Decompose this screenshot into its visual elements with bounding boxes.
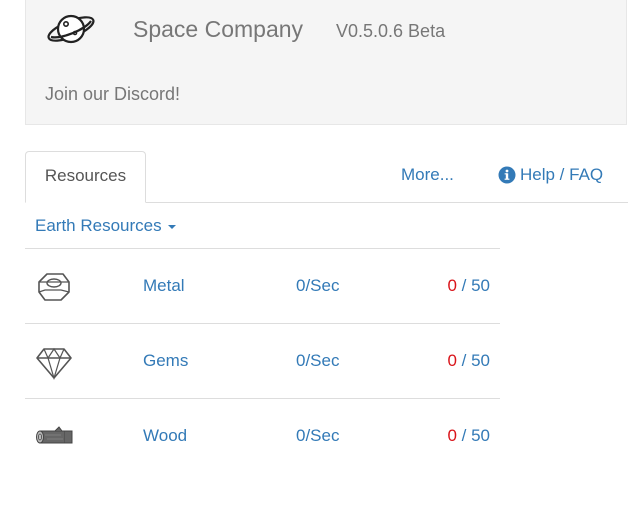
wood-log-icon — [36, 426, 73, 444]
tab-resources[interactable]: Resources — [25, 151, 146, 203]
resource-storage: 0 / 50 — [447, 276, 490, 296]
resource-storage: 0 / 50 — [447, 351, 490, 371]
resource-name[interactable]: Wood — [143, 426, 187, 446]
tab-help-faq[interactable]: Help / FAQ — [498, 165, 603, 185]
brand-title[interactable]: Space Company — [133, 16, 303, 43]
metal-nut-icon — [38, 273, 70, 301]
caret-down-icon — [167, 224, 176, 229]
resource-current: 0 — [447, 276, 457, 295]
resource-current: 0 — [447, 426, 457, 445]
resource-current: 0 — [447, 351, 457, 370]
planet-icon — [47, 14, 95, 44]
resource-storage: 0 / 50 — [447, 426, 490, 446]
resource-max: 50 — [471, 276, 490, 295]
resource-max: 50 — [471, 426, 490, 445]
resource-rate: 0/Sec — [296, 276, 340, 295]
storage-separator: / — [456, 351, 472, 370]
resource-name[interactable]: Metal — [143, 276, 185, 296]
resource-row-gems[interactable]: Gems 0/Sec 0 / 50 — [25, 324, 500, 399]
storage-separator: / — [456, 276, 472, 295]
help-label: Help / FAQ — [520, 165, 604, 184]
resource-rate: 0/Sec — [296, 351, 340, 370]
tab-more[interactable]: More... — [401, 165, 454, 185]
discord-link[interactable]: Join our Discord! — [45, 84, 180, 105]
version-label: V0.5.0.6 Beta — [336, 21, 446, 41]
tab-bar: Resources More... Help / FAQ — [25, 151, 628, 203]
navbar: Space Company V0.5.0.6 Beta Join our Dis… — [25, 0, 627, 125]
info-circle-icon — [498, 166, 516, 184]
panel-title-label: Earth Resources — [35, 216, 162, 235]
resource-row-metal[interactable]: Metal 0/Sec 0 / 50 — [25, 249, 500, 324]
storage-separator: / — [456, 426, 472, 445]
gem-icon — [36, 347, 72, 381]
earth-resources-panel: Earth Resources Metal 0/Sec 0 / 50 Gems … — [25, 203, 500, 474]
earth-resources-toggle[interactable]: Earth Resources — [25, 203, 500, 249]
resource-row-wood[interactable]: Wood 0/Sec 0 / 50 — [25, 399, 500, 474]
resource-rate: 0/Sec — [296, 426, 340, 445]
resource-max: 50 — [471, 351, 490, 370]
resource-name[interactable]: Gems — [143, 351, 188, 371]
